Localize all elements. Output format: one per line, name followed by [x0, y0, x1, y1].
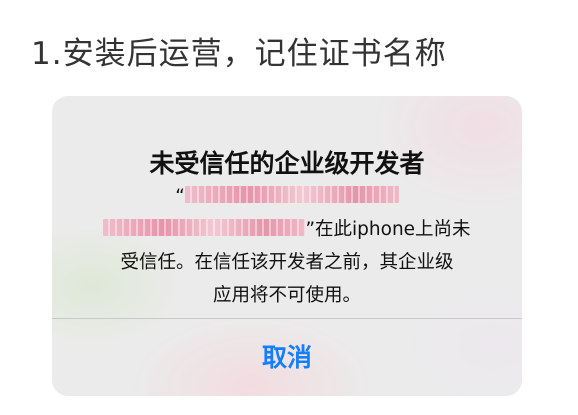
message-line-2-text: ”在此iphone上尚未	[305, 219, 471, 240]
cancel-button[interactable]: 取消	[52, 319, 522, 396]
step-heading: 1.安装后运营，记住证书名称	[31, 36, 447, 72]
untrusted-developer-alert: 未受信任的企业级开发者 “ ”在此iphone上尚未 受信任。在信任该开发者之前…	[52, 96, 522, 396]
message-line-1: “	[52, 180, 522, 213]
open-quote: “	[175, 186, 185, 207]
redacted-developer-name-blur-2	[103, 219, 306, 236]
alert-title: 未受信任的企业级开发者	[149, 149, 425, 178]
message-line-3: 受信任。在信任该开发者之前，其企业级	[120, 252, 454, 273]
alert-message: “ ”在此iphone上尚未 受信任。在信任该开发者之前，其企业级 应用将不可使…	[52, 180, 522, 312]
message-line-4: 应用将不可使用。	[212, 285, 361, 306]
redacted-developer-name-blur	[184, 186, 399, 203]
message-line-2: ”在此iphone上尚未	[52, 213, 522, 246]
